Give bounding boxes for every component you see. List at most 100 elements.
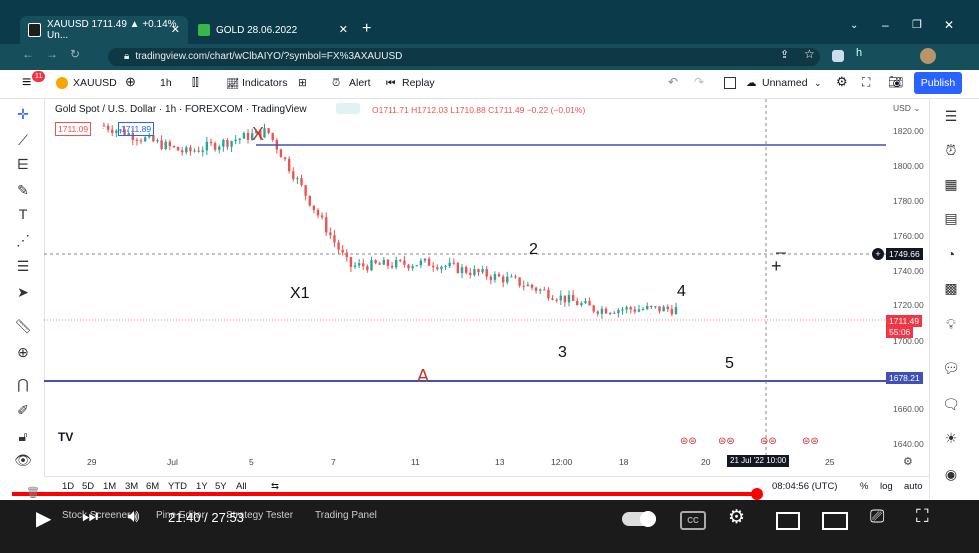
trend-line-tool-icon[interactable]: ⟋ <box>14 132 32 149</box>
maximize-icon[interactable]: ❐ <box>912 18 922 31</box>
back-icon[interactable]: ← <box>22 47 34 61</box>
cast-icon[interactable]: ⎚ <box>870 506 884 527</box>
percent-toggle[interactable]: % <box>860 481 868 492</box>
extension-icon[interactable] <box>832 50 844 62</box>
hide-drawings-icon[interactable]: 👁︎ <box>14 452 32 469</box>
autoplay-toggle[interactable] <box>622 511 656 527</box>
interval-button[interactable]: 1h <box>160 77 172 89</box>
profile-avatar[interactable] <box>920 48 936 64</box>
symbol-search-button[interactable]: XAUUSD <box>73 77 117 89</box>
progress-scrubber[interactable] <box>750 488 763 500</box>
buy-price-box[interactable]: 1711.89 <box>118 122 155 136</box>
tab-search-icon[interactable]: ⌄ <box>850 20 858 31</box>
price-chart[interactable] <box>44 99 886 455</box>
chats-icon[interactable]: 💬︎ <box>941 360 961 377</box>
chevron-down-icon[interactable]: ⌄ <box>814 78 822 89</box>
indicators-button[interactable]: Indicators <box>242 77 288 89</box>
volume-icon[interactable]: 🔊︎ <box>128 506 139 527</box>
settings-gear-icon[interactable]: ⚙︎ <box>836 74 848 90</box>
forward-icon[interactable]: → <box>46 47 58 61</box>
sell-price-box[interactable]: 1711.09 <box>55 122 92 136</box>
lock-drawings-icon[interactable]: 🔓︎ <box>14 428 32 445</box>
alerts-clock-icon[interactable]: ⏰︎ <box>941 142 961 159</box>
theater-mode-icon[interactable] <box>822 512 848 530</box>
wave-label-5: 5 <box>725 355 734 372</box>
alert-button[interactable]: Alert <box>349 77 371 89</box>
economic-events-icon[interactable]: ⊜⊜ <box>802 436 819 447</box>
miniplayer-icon[interactable] <box>776 512 800 530</box>
templates-icon[interactable]: ⊞ <box>298 77 307 89</box>
utc-clock[interactable]: 08:04:56 (UTC) <box>772 481 837 492</box>
captions-icon[interactable]: CC <box>680 511 706 530</box>
publish-button[interactable]: Publish <box>914 72 962 94</box>
next-video-icon[interactable]: ⏭︎ <box>82 506 98 527</box>
browser-tab-gold[interactable]: GOLD 28.06.2022 ✕ <box>190 16 356 44</box>
menu-icon[interactable]: ≡ <box>22 74 31 92</box>
fullscreen-icon[interactable]: ⛶ <box>862 75 870 90</box>
camera-icon[interactable]: 📷︎ <box>888 75 903 89</box>
messages-icon[interactable]: 🗨︎ <box>941 396 961 413</box>
range-all-button[interactable]: All <box>236 481 247 492</box>
range-5y-button[interactable]: 5Y <box>215 481 227 492</box>
calendar-icon[interactable]: ◔ <box>941 246 961 262</box>
undo-icon[interactable]: ↶ <box>668 75 678 89</box>
zoom-in-icon[interactable]: ⊕ <box>14 344 32 361</box>
compare-plus-icon[interactable]: ⊕ <box>125 74 136 90</box>
icon-tool-icon[interactable]: ➤ <box>14 284 32 301</box>
replay-button[interactable]: Replay <box>402 77 435 89</box>
range-6m-button[interactable]: 6M <box>146 481 159 492</box>
range-1y-button[interactable]: 1Y <box>196 481 208 492</box>
magnet-icon[interactable]: ⋂ <box>14 376 32 393</box>
window-close-icon[interactable]: ✕ <box>944 18 954 32</box>
close-tab-icon[interactable]: ✕ <box>171 23 180 36</box>
chart-title[interactable]: Gold Spot / U.S. Dollar · 1h · FOREXCOM … <box>55 104 307 115</box>
economic-events-icon[interactable]: ⊜⊜ <box>680 436 697 447</box>
economic-events-icon[interactable]: ⊜⊜ <box>718 436 735 447</box>
candle-style-icon[interactable]: ⫿⫿ <box>192 77 199 90</box>
streams-icon[interactable]: ☀︎ <box>941 430 961 447</box>
range-5d-button[interactable]: 5D <box>82 481 94 492</box>
ruler-tool-icon[interactable]: 📏︎ <box>14 318 32 335</box>
close-tab-icon[interactable]: ✕ <box>339 23 348 36</box>
broadcast-icon[interactable]: ◉ <box>941 466 961 483</box>
crosshair-tool-icon[interactable]: ✛ <box>14 106 32 123</box>
currency-label[interactable]: USD ⌄ <box>893 103 920 114</box>
range-1d-button[interactable]: 1D <box>62 481 74 492</box>
extension-h-icon[interactable]: h <box>856 47 862 59</box>
play-icon[interactable]: ▶ <box>36 506 51 531</box>
stay-drawing-icon[interactable]: ✐ <box>14 402 32 419</box>
pattern-tool-icon[interactable]: ⋰ <box>14 232 32 249</box>
ideas-bulb-icon[interactable]: 💡︎ <box>941 316 961 333</box>
add-plus-icon[interactable]: + <box>872 248 884 260</box>
layout-select-icon[interactable] <box>724 77 736 89</box>
prediction-tool-icon[interactable]: ☰ <box>14 258 32 275</box>
tab-trading-panel[interactable]: Trading Panel <box>315 510 377 521</box>
share-icon[interactable]: ⇪ <box>780 48 789 61</box>
news-icon[interactable]: ▤ <box>941 210 961 227</box>
range-3m-button[interactable]: 3M <box>125 481 138 492</box>
minimize-icon[interactable]: – <box>882 18 889 32</box>
pitchfork-tool-icon[interactable]: ⋿ <box>14 156 32 173</box>
tradingview-logo-icon: TV <box>58 430 74 444</box>
economic-events-icon[interactable]: ⊜⊜ <box>760 436 777 447</box>
range-1m-button[interactable]: 1M <box>103 481 116 492</box>
data-window-icon[interactable]: ▦ <box>941 176 961 193</box>
new-tab-icon[interactable]: + <box>362 20 371 38</box>
layout-name-button[interactable]: Unnamed <box>762 77 808 89</box>
brush-tool-icon[interactable]: ✎ <box>14 182 32 199</box>
settings-gear-icon[interactable]: ⚙︎ <box>728 506 745 529</box>
fullscreen-icon[interactable]: ⛶ <box>916 506 929 527</box>
bookmark-star-icon[interactable]: ☆ <box>804 47 815 61</box>
log-toggle[interactable]: log <box>880 481 893 492</box>
redo-icon[interactable]: ↷ <box>694 75 704 89</box>
browser-tab-xauusd[interactable]: XAUUSD 1711.49 ▲ +0.14% Un... ✕ <box>20 16 188 44</box>
watchlist-icon[interactable]: ☰ <box>941 108 961 125</box>
text-tool-icon[interactable]: T <box>14 206 32 222</box>
axis-settings-gear-icon[interactable]: ⚙︎ <box>903 455 913 468</box>
hotlist-icon[interactable]: ▩ <box>941 280 961 297</box>
reload-icon[interactable]: ↻ <box>70 47 80 61</box>
goto-date-icon[interactable]: ⇆ <box>271 481 279 492</box>
range-ytd-button[interactable]: YTD <box>168 481 187 492</box>
auto-toggle[interactable]: auto <box>904 481 923 492</box>
url-field[interactable]: 🔒︎ tradingview.com/chart/wClbAIYO/?symbol… <box>108 48 820 66</box>
